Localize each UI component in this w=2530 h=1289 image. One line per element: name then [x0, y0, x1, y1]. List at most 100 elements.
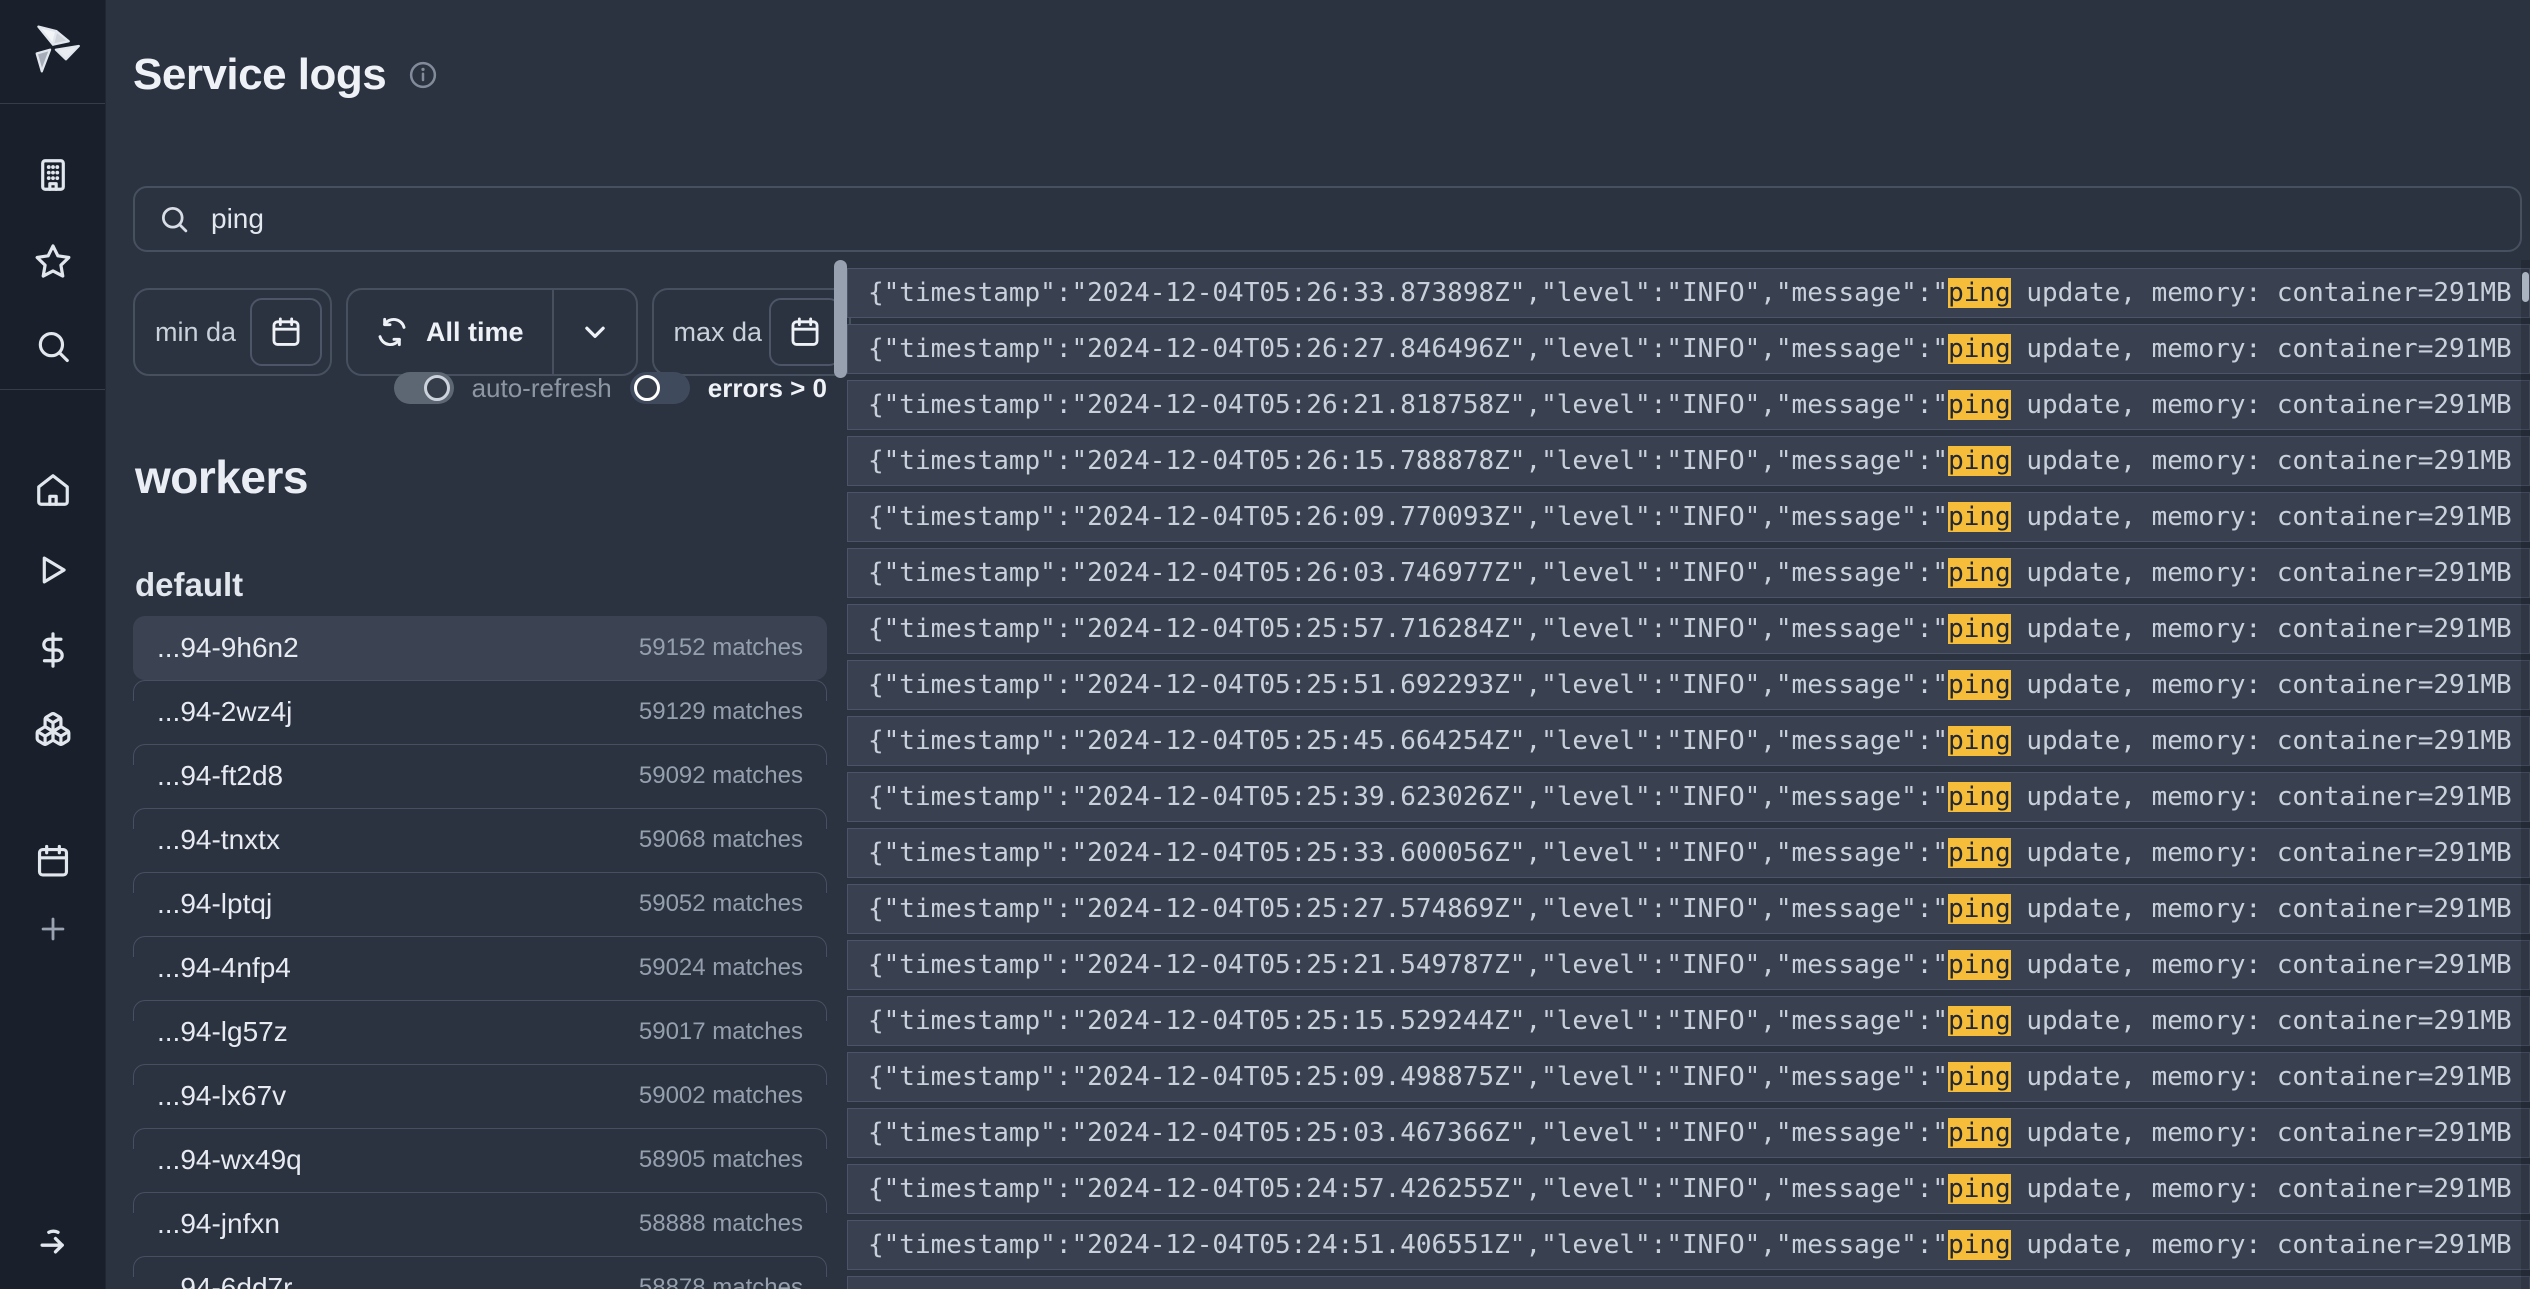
info-icon[interactable] — [408, 60, 438, 90]
log-line[interactable]: {"timestamp":"2024-12-04T05:26:33.873898… — [847, 268, 2530, 318]
log-message-rest: update, memory: container=291MB — [2011, 446, 2512, 476]
log-message-rest: update, memory: container=291MB — [2011, 334, 2512, 364]
log-json-prefix: {"timestamp":" — [868, 1062, 1087, 1092]
max-date-value: max da — [674, 317, 763, 348]
calendar-icon[interactable] — [34, 842, 72, 880]
log-json-prefix: {"timestamp":" — [868, 894, 1087, 924]
building-icon[interactable] — [34, 156, 72, 194]
log-line[interactable]: {"timestamp":"2024-12-04T05:25:27.574869… — [847, 884, 2530, 934]
star-icon[interactable] — [34, 242, 72, 280]
log-timestamp: 2024-12-04T05:25:21.549787Z — [1087, 950, 1510, 980]
log-timestamp: 2024-12-04T05:25:51.692293Z — [1087, 670, 1510, 700]
search-match-highlight: ping — [1948, 502, 2011, 532]
auto-refresh-toggle[interactable] — [394, 372, 454, 404]
log-json-mid: ","level":"INFO","message":" — [1510, 390, 1948, 420]
log-line[interactable]: {"timestamp":"2024-12-04T05:24:57.426255… — [847, 1164, 2530, 1214]
time-range-dropdown[interactable] — [554, 290, 636, 374]
worker-id: ...94-lptqj — [157, 888, 272, 920]
search-icon — [159, 204, 189, 234]
log-timestamp: 2024-12-04T05:26:15.788878Z — [1087, 446, 1510, 476]
log-line[interactable]: {"timestamp":"2024-12-04T05:25:03.467366… — [847, 1108, 2530, 1158]
log-json-mid: ","level":"INFO","message":" — [1510, 894, 1948, 924]
log-line[interactable]: {"timestamp":"2024-12-04T05:26:03.746977… — [847, 548, 2530, 598]
log-line[interactable]: {"timestamp":"2024-12-04T05:25:33.600056… — [847, 828, 2530, 878]
log-json-mid: ","level":"INFO","message":" — [1510, 278, 1948, 308]
workers-heading: workers — [135, 450, 308, 504]
log-timestamp: 2024-12-04T05:26:33.873898Z — [1087, 278, 1510, 308]
worker-id: ...94-jnfxn — [157, 1208, 280, 1240]
log-line[interactable]: {"timestamp":"2024-12-04T05:25:21.549787… — [847, 940, 2530, 990]
worker-row[interactable]: ...94-lptqj 59052 matches — [133, 872, 827, 936]
plus-icon[interactable] — [36, 912, 70, 946]
max-date-calendar-button[interactable] — [769, 298, 841, 366]
min-date-calendar-button[interactable] — [250, 298, 322, 366]
log-line[interactable]: {"timestamp":"2024-12-04T05:25:15.529244… — [847, 996, 2530, 1046]
log-message-rest: update, memory: container=291MB — [2011, 278, 2512, 308]
max-date-input[interactable]: max da — [652, 288, 851, 376]
log-panel-right-scrollbar[interactable] — [2521, 260, 2530, 1289]
home-icon[interactable] — [34, 471, 72, 509]
toggle-knob — [424, 375, 450, 401]
play-icon[interactable] — [34, 551, 72, 589]
min-date-input[interactable]: min da — [133, 288, 332, 376]
refresh-icon — [376, 316, 408, 348]
auto-refresh-label: auto-refresh — [472, 373, 612, 404]
log-timestamp: 2024-12-04T05:25:57.716284Z — [1087, 614, 1510, 644]
log-line[interactable]: {"timestamp":"2024-12-04T05:26:27.846496… — [847, 324, 2530, 374]
worker-row[interactable]: ...94-lg57z 59017 matches — [133, 1000, 827, 1064]
scrollbar-thumb[interactable] — [2522, 272, 2529, 302]
chevron-down-icon — [580, 317, 610, 347]
log-timestamp: 2024-12-04T05:26:09.770093Z — [1087, 502, 1510, 532]
dollar-icon[interactable] — [34, 631, 72, 669]
log-message-rest: update, memory: container=291MB — [2011, 1062, 2512, 1092]
log-json-mid: ","level":"INFO","message":" — [1510, 726, 1948, 756]
log-line[interactable]: {"timestamp":"2024-12-04T05:25:51.692293… — [847, 660, 2530, 710]
log-line[interactable]: {"timestamp":"2024-12-04T05:25:45.664254… — [847, 716, 2530, 766]
log-line[interactable]: {"timestamp":"2024-12-04T05:26:21.818758… — [847, 380, 2530, 430]
worker-row[interactable]: ...94-tnxtx 59068 matches — [133, 808, 827, 872]
log-json-prefix: {"timestamp":" — [868, 390, 1087, 420]
worker-row[interactable]: ...94-jnfxn 58888 matches — [133, 1192, 827, 1256]
log-message-rest: update, memory: container=291MB — [2011, 670, 2512, 700]
log-line[interactable]: {"timestamp":"2024-12-04T05:25:39.623026… — [847, 772, 2530, 822]
log-message-rest: update, memory: container=291MB — [2011, 502, 2512, 532]
log-timestamp: 2024-12-04T05:26:03.746977Z — [1087, 558, 1510, 588]
worker-row[interactable]: ...94-wx49q 58905 matches — [133, 1128, 827, 1192]
log-line[interactable]: {"timestamp":"2024-12-04T05:25:57.716284… — [847, 604, 2530, 654]
worker-row[interactable]: ...94-4nfp4 59024 matches — [133, 936, 827, 1000]
errors-toggle[interactable] — [630, 372, 690, 404]
log-line[interactable]: {"timestamp":"2024-12-04T05:24:51.406551… — [847, 1220, 2530, 1270]
search-input[interactable] — [209, 202, 2496, 236]
log-line[interactable]: {"timestamp":"2024-12-04T05:25:09.498875… — [847, 1052, 2530, 1102]
time-range-button[interactable]: All time — [346, 288, 638, 376]
search-icon[interactable] — [34, 328, 72, 366]
toggle-row: auto-refresh errors > 0 — [133, 370, 827, 406]
worker-row[interactable]: ...94-2wz4j 59129 matches — [133, 680, 827, 744]
scrollbar-thumb[interactable] — [834, 260, 847, 378]
worker-row[interactable]: ...94-lx67v 59002 matches — [133, 1064, 827, 1128]
log-panel-left-scrollbar[interactable] — [834, 260, 847, 1289]
log-panel: {"timestamp":" 2024-12-04T05:26:33.873898… — [847, 268, 2530, 1289]
worker-match-count: 59002 matches — [639, 1082, 803, 1110]
search-match-highlight: ping — [1948, 894, 2011, 924]
log-message-rest: update, memory: container=291MB — [2011, 726, 2512, 756]
worker-id: ...94-ft2d8 — [157, 760, 283, 792]
worker-row[interactable]: ...94-9h6n2 59152 matches — [133, 616, 827, 680]
worker-id: ...94-2wz4j — [157, 696, 292, 728]
log-line[interactable]: {"timestamp":"2024-12-04T05:26:15.788878… — [847, 436, 2530, 486]
expand-arrow-icon[interactable] — [33, 1221, 73, 1261]
worker-row[interactable]: ...94-6dd7r 58878 matches — [133, 1256, 827, 1289]
worker-id: ...94-4nfp4 — [157, 952, 291, 984]
log-line[interactable]: {"timestamp":"2024-12-04T05:26:09.770093… — [847, 492, 2530, 542]
worker-match-count: 59152 matches — [639, 634, 803, 662]
log-timestamp: 2024-12-04T05:25:09.498875Z — [1087, 1062, 1510, 1092]
log-timestamp: 2024-12-04T05:24:51.406551Z — [1087, 1230, 1510, 1260]
calendar-icon — [788, 315, 822, 349]
boxes-icon[interactable] — [34, 710, 72, 748]
worker-row[interactable]: ...94-ft2d8 59092 matches — [133, 744, 827, 808]
log-json-mid: ","level":"INFO","message":" — [1510, 1006, 1948, 1036]
log-message-rest: update, memory: container=291MB — [2011, 782, 2512, 812]
log-timestamp: 2024-12-04T05:25:27.574869Z — [1087, 894, 1510, 924]
windmill-logo[interactable] — [26, 21, 80, 75]
time-range-main[interactable]: All time — [348, 290, 552, 374]
